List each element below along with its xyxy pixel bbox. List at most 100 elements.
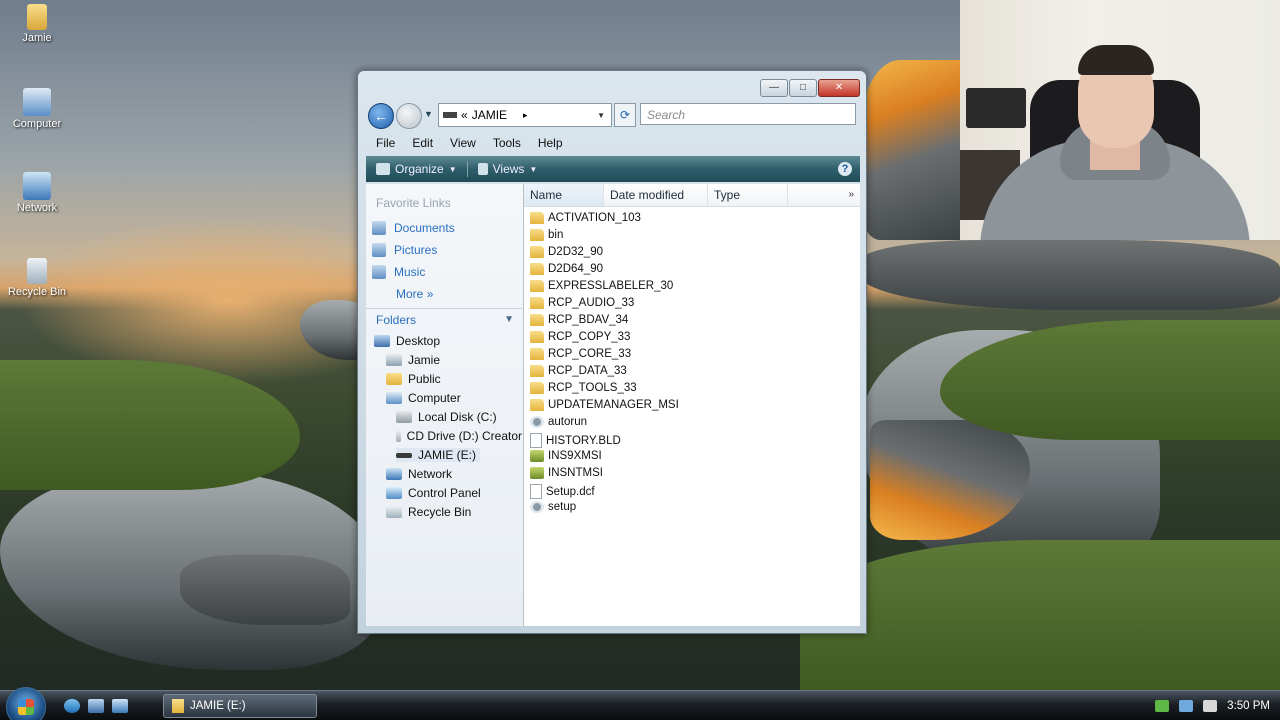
tree-item-label: JAMIE (E:) [418,448,477,462]
desktop-icon-network[interactable]: Network [2,172,72,214]
desktop-icon-jamie[interactable]: Jamie [2,4,72,44]
file-row[interactable]: D2D32_90 [530,246,603,258]
refresh-button[interactable]: ⟳ [614,103,636,127]
file-row[interactable]: RCP_DATA_33 [530,365,627,377]
tree-item-desktop[interactable]: Desktop [374,334,440,348]
file-name: setup [548,501,577,513]
search-input[interactable]: Search [640,103,856,125]
folder-icon [530,314,544,326]
toolbar-separator [466,161,468,177]
file-list-pane[interactable]: Name Date modified Type » ACTIVATION_103… [524,184,860,626]
menu-file[interactable]: File [376,136,395,150]
close-button[interactable]: ✕ [818,79,860,97]
tree-item-label: CD Drive (D:) Creator [406,429,522,443]
tree-item-local-disk[interactable]: Local Disk (C:) [396,410,497,424]
webcam-person-hair [1078,45,1154,75]
file-row[interactable]: INSNTMSI [530,467,603,479]
folder-icon [530,382,544,394]
folder-icon [530,246,544,258]
windows-logo-icon [18,699,34,715]
menu-edit[interactable]: Edit [412,136,433,150]
file-row[interactable]: bin [530,229,563,241]
taskbar-window-button[interactable]: JAMIE (E:) [163,694,317,718]
network-status-icon[interactable] [1179,700,1194,712]
folders-title: Folders [376,313,417,327]
tree-item-network[interactable]: Network [386,467,452,481]
column-name[interactable]: Name [524,184,604,206]
safely-remove-icon[interactable] [1155,700,1170,712]
tree-item-jamie-drive[interactable]: JAMIE (E:) [396,448,481,462]
folder-icon [530,297,544,309]
chevron-down-icon: ▼ [504,314,514,325]
favorite-link-music[interactable]: Music [372,265,425,279]
recent-pages-dropdown[interactable]: ▼ [424,109,433,119]
file-row[interactable]: D2D64_90 [530,263,603,275]
back-button[interactable]: ← [368,103,394,129]
file-row[interactable]: RCP_COPY_33 [530,331,630,343]
favorite-link-label: Music [394,265,426,279]
folder-icon [386,373,402,385]
tree-item-public[interactable]: Public [386,372,441,386]
start-button[interactable] [6,687,46,720]
address-bar[interactable]: « JAMIE ▸ ▼ [438,103,612,127]
views-button[interactable]: Views ▼ [477,162,537,176]
column-date-modified[interactable]: Date modified [604,184,708,206]
tree-item-computer[interactable]: Computer [386,391,461,405]
forward-button[interactable] [396,103,422,129]
system-tray: 3:50 PM [1155,691,1270,720]
clock[interactable]: 3:50 PM [1227,700,1270,712]
favorite-link-pictures[interactable]: Pictures [372,243,437,257]
desktop-icon-recycle-bin[interactable]: Recycle Bin [2,258,72,298]
more-columns-icon[interactable]: » [848,184,854,206]
file-row[interactable]: autorun [530,416,587,428]
tree-item-cd-drive[interactable]: CD Drive (D:) Creator [396,429,522,443]
volume-icon[interactable] [1203,700,1218,712]
maximize-button[interactable]: □ [789,79,817,97]
file-row[interactable]: Setup.dcf [530,484,595,499]
computer-icon [23,88,51,116]
menu-tools[interactable]: Tools [493,136,521,150]
column-header-row: Name Date modified Type » [524,184,860,207]
help-icon[interactable]: ? [838,162,852,176]
file-row[interactable]: RCP_AUDIO_33 [530,297,634,309]
file-row[interactable]: INS9XMSI [530,450,602,462]
breadcrumb-separator[interactable]: ▸ [523,110,528,121]
column-type[interactable]: Type [708,184,788,206]
file-row[interactable]: RCP_CORE_33 [530,348,631,360]
file-row[interactable]: ACTIVATION_103 [530,212,641,224]
address-dropdown-icon[interactable]: ▼ [597,111,605,120]
pictures-icon [372,243,386,257]
folders-header[interactable]: Folders ▼ [366,308,522,330]
more-links[interactable]: More » [396,287,433,301]
file-row[interactable]: EXPRESSLABELER_30 [530,280,673,292]
menu-help[interactable]: Help [538,136,563,150]
file-row[interactable]: setup [530,501,576,513]
switch-windows-icon[interactable] [112,699,128,713]
hard-drive-icon [396,411,412,423]
show-desktop-icon[interactable] [88,699,104,713]
internet-explorer-icon[interactable] [64,699,80,713]
file-row[interactable]: RCP_BDAV_34 [530,314,628,326]
favorite-link-documents[interactable]: Documents [372,221,455,235]
file-name: autorun [548,416,588,428]
menu-view[interactable]: View [450,136,476,150]
favorite-links-title: Favorite Links [376,196,451,210]
file-row[interactable]: UPDATEMANAGER_MSI [530,399,679,411]
organize-button[interactable]: Organize ▼ [376,162,457,176]
tree-item-label: Recycle Bin [408,505,472,519]
file-name: UPDATEMANAGER_MSI [548,399,679,411]
recycle-bin-icon [27,258,47,284]
explorer-window[interactable]: — □ ✕ ← ▼ « JAMIE ▸ ▼ ⟳ Search File Edit… [357,70,867,634]
minimize-button[interactable]: — [760,79,788,97]
command-bar: Organize ▼ Views ▼ ? [366,156,860,182]
installer-icon [530,450,544,462]
tree-item-recycle-bin[interactable]: Recycle Bin [386,505,471,519]
file-name: HISTORY.BLD [546,434,621,447]
recycle-bin-icon [386,506,402,518]
address-crumb[interactable]: JAMIE [472,108,507,122]
tree-item-control-panel[interactable]: Control Panel [386,486,481,500]
tree-item-jamie[interactable]: Jamie [386,353,440,367]
file-row[interactable]: HISTORY.BLD [530,433,621,448]
file-row[interactable]: RCP_TOOLS_33 [530,382,637,394]
desktop-icon-computer[interactable]: Computer [2,88,72,130]
